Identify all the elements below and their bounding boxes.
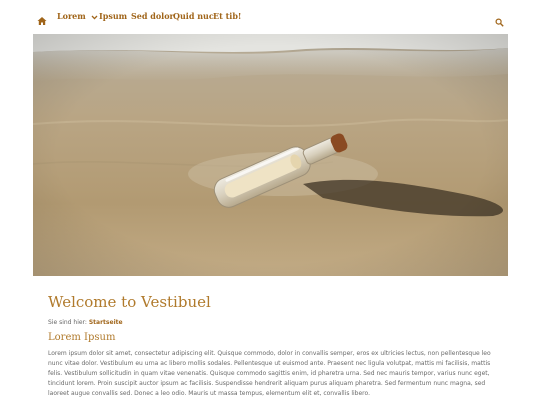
- home-icon[interactable]: [37, 11, 47, 25]
- nav-item-sed-dolor[interactable]: Sed dolor: [131, 11, 174, 21]
- nav-item-et-tib[interactable]: Et tib!: [213, 11, 241, 21]
- nav-item-quid-nuc[interactable]: Quid nuc: [173, 11, 214, 21]
- nav-item-label: Lorem: [57, 11, 86, 21]
- section-title: Lorem Ipsum: [48, 332, 116, 343]
- breadcrumb-prefix: Sie sind hier:: [48, 319, 87, 326]
- breadcrumb-link-startseite[interactable]: Startseite: [89, 319, 123, 326]
- search-icon[interactable]: [495, 12, 504, 27]
- breadcrumb: Sie sind hier: Startseite: [48, 319, 123, 326]
- body-paragraph: Lorem ipsum dolor sit amet, consectetur …: [48, 350, 491, 397]
- page-title: Welcome to Vestibuel: [48, 293, 211, 311]
- hero-image: [33, 34, 508, 276]
- nav-item-lorem[interactable]: Lorem: [57, 11, 98, 21]
- chevron-down-icon: [91, 15, 97, 20]
- nav-item-ipsum[interactable]: Ipsum: [99, 11, 127, 21]
- main-navigation: Lorem Ipsum Sed dolor Quid nuc Et tib!: [0, 0, 540, 34]
